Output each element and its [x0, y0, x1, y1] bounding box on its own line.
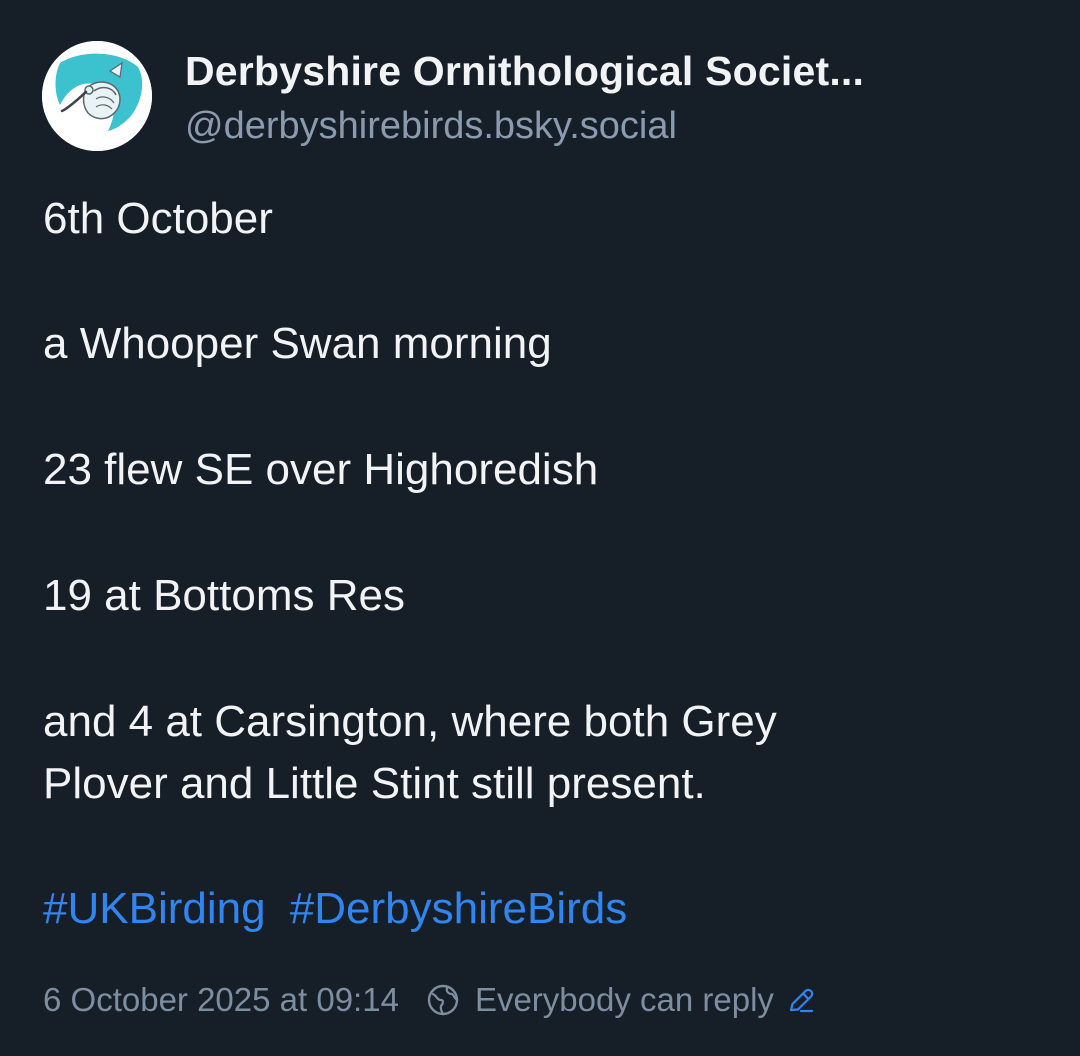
post-timestamp[interactable]: 6 October 2025 at 09:14 — [43, 981, 399, 1019]
post-text-line: 23 flew SE over Highoredish — [43, 445, 599, 494]
hashtag-row: #UKBirding #DerbyshireBirds — [43, 887, 627, 931]
hashtag-derbyshirebirds[interactable]: #DerbyshireBirds — [290, 884, 627, 933]
globe-icon — [427, 984, 459, 1016]
post-text-line: and 4 at Carsington, where both Grey — [43, 697, 777, 746]
post-text-line: 19 at Bottoms Res — [43, 571, 405, 620]
pencil-icon[interactable] — [786, 985, 816, 1015]
post-text-line: 6th October — [43, 194, 273, 243]
post-meta: 6 October 2025 at 09:14 Everybody can re… — [43, 980, 816, 1020]
post-text-line: a Whooper Swan morning — [43, 319, 552, 368]
author-display-name[interactable]: Derbyshire Ornithological Societ... — [185, 48, 864, 95]
post-card: Derbyshire Ornithological Societ... @der… — [0, 0, 1080, 1056]
post-text-line: Plover and Little Stint still present. — [43, 759, 706, 808]
author-avatar[interactable] — [42, 41, 152, 151]
reply-setting-button[interactable]: Everybody can reply — [425, 981, 816, 1019]
author-handle[interactable]: @derbyshirebirds.bsky.social — [185, 105, 677, 148]
reply-setting-label: Everybody can reply — [474, 981, 774, 1018]
curlew-logo-icon — [42, 41, 152, 151]
hashtag-ukbirding[interactable]: #UKBirding — [43, 884, 266, 933]
